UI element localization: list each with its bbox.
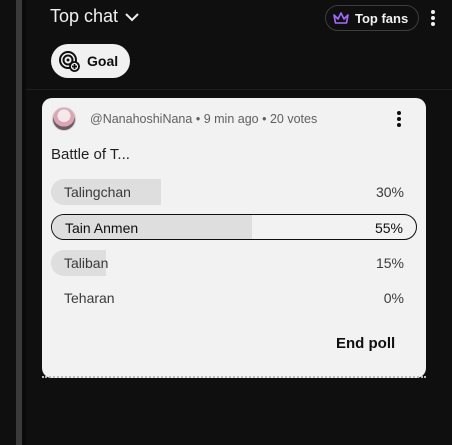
goal-label: Goal	[87, 53, 119, 69]
avatar[interactable]	[52, 107, 76, 131]
live-chat-panel: Top chat Top fans Goal @NanahoshiNana • …	[0, 0, 452, 445]
poll-votes: 20 votes	[269, 112, 318, 126]
crown-icon	[333, 12, 349, 24]
poll-option-label: Tain Anmen	[65, 220, 139, 236]
more-vert-icon	[431, 10, 435, 26]
more-vert-icon	[397, 111, 401, 127]
poll-author[interactable]: @NanahoshiNana	[90, 112, 192, 126]
poll-meta: @NanahoshiNana • 9 min ago • 20 votes	[90, 112, 317, 126]
poll-option[interactable]: Tain Anmen 55%	[51, 214, 417, 240]
chat-more-button[interactable]	[426, 6, 440, 30]
poll-option-percent: 15%	[375, 255, 404, 271]
poll-option-percent: 0%	[383, 290, 404, 306]
left-panel-edge	[0, 0, 16, 445]
card-bottom-edge	[42, 374, 426, 378]
top-fans-button[interactable]: Top fans	[325, 5, 420, 31]
chat-mode-label: Top chat	[50, 6, 119, 26]
poll-option-label: Taliban	[64, 255, 109, 271]
header-divider	[26, 89, 452, 90]
poll-option-percent: 55%	[374, 220, 403, 236]
goal-chip[interactable]: Goal	[51, 44, 131, 78]
poll-time-ago: 9 min ago	[203, 112, 259, 126]
meta-separator: •	[195, 112, 201, 126]
poll-option-label: Teharan	[64, 290, 115, 306]
poll-card: @NanahoshiNana • 9 min ago • 20 votes Ba…	[42, 98, 426, 378]
poll-option-percent: 30%	[375, 184, 404, 200]
meta-separator: •	[262, 112, 267, 126]
goal-target-icon	[59, 51, 80, 72]
end-poll-button[interactable]: End poll	[336, 335, 395, 357]
poll-option[interactable]: Talingchan 30%	[51, 179, 417, 205]
chevron-down-icon	[125, 12, 139, 21]
poll-option[interactable]: Taliban 15%	[51, 250, 417, 276]
poll-option[interactable]: Teharan 0%	[51, 285, 417, 311]
poll-more-button[interactable]	[394, 108, 404, 130]
top-fans-label: Top fans	[355, 10, 409, 26]
top-chat-dropdown[interactable]: Top chat	[50, 6, 140, 27]
poll-option-label: Talingchan	[64, 184, 131, 200]
poll-question: Battle of T...	[51, 146, 130, 163]
chat-header: Top chat Top fans Goal	[26, 0, 452, 90]
